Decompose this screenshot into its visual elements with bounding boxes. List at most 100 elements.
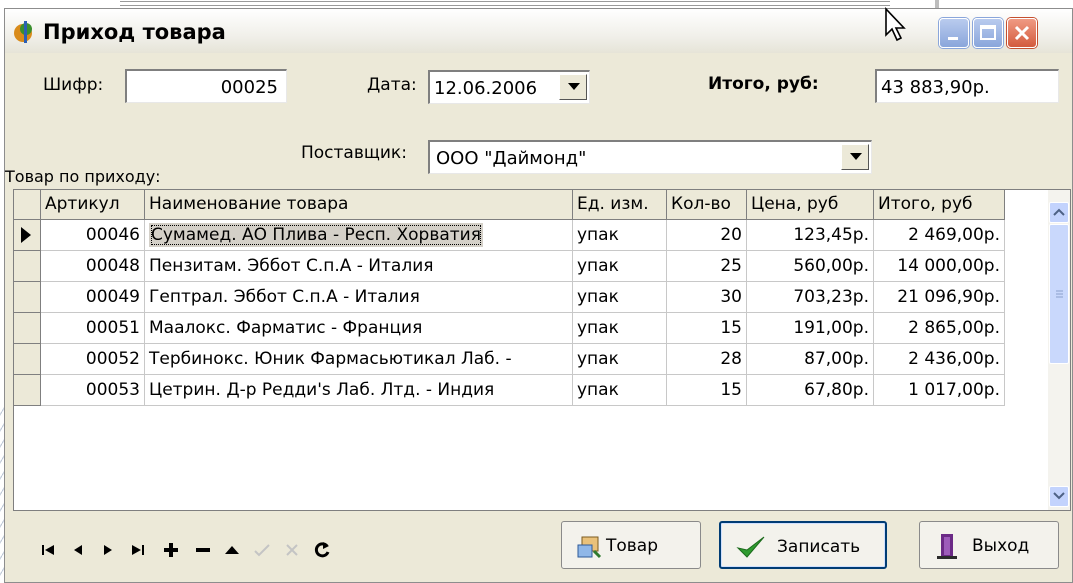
table-cell[interactable]: упак [573,251,667,282]
vertical-scrollbar[interactable] [1048,190,1070,510]
maximize-icon [980,25,996,40]
refresh-icon[interactable] [309,537,335,563]
table-cell[interactable]: 67,80р. [747,375,874,406]
total-value: 43 883,90р. [881,77,990,98]
selected-cell-text: Сумамед. АО Плива - Респ. Хорватия [149,223,483,247]
table-cell[interactable]: Гептрал. Эббот С.п.А - Италия [145,282,573,313]
table-cell[interactable]: 25 [667,251,747,282]
table-cell[interactable]: 00049 [41,282,145,313]
date-picker[interactable]: 12.06.2006 [428,70,590,104]
chevron-down-icon [1053,492,1065,500]
goods-icon [577,536,602,559]
last-icon[interactable] [125,537,151,563]
row-indicator[interactable] [14,313,41,344]
table-cell[interactable]: 20 [667,220,747,251]
background-rule [120,1,890,6]
table-cell[interactable]: 00052 [41,344,145,375]
table-cell[interactable]: Цетрин. Д-р Редди's Лаб. Лтд. - Индия [145,375,573,406]
table-cell[interactable]: 703,23р. [747,282,874,313]
receipt-window: Приход товара Шифр: 00025 Дата: 12.06.20… [4,6,1073,583]
checkmark-icon [736,536,765,558]
scrollbar-thumb[interactable] [1049,224,1069,364]
table-cell[interactable]: упак [573,344,667,375]
scroll-down-button[interactable] [1049,486,1069,507]
date-dropdown-button[interactable] [559,74,587,100]
table-cell[interactable]: 2 865,00р. [874,313,1005,344]
table-cell[interactable]: 2 436,00р. [874,344,1005,375]
current-row-icon [21,227,31,243]
table-cell[interactable]: 00053 [41,375,145,406]
code-label: Шифр: [43,75,104,95]
mouse-cursor-icon [885,6,906,42]
chevron-down-icon [850,153,862,160]
column-header-price[interactable]: Цена, руб [747,190,874,220]
column-header-qty[interactable]: Кол-во [667,190,747,220]
row-indicator[interactable] [14,251,41,282]
delete-icon[interactable] [190,537,216,563]
prior-icon[interactable] [65,537,91,563]
table-cell[interactable]: 00051 [41,313,145,344]
table-cell[interactable]: 30 [667,282,747,313]
scroll-up-button[interactable] [1049,202,1069,223]
table-cell[interactable]: упак [573,220,667,251]
table-cell[interactable]: 191,00р. [747,313,874,344]
table-cell[interactable]: 87,00р. [747,344,874,375]
goods-table[interactable]: Артикул Наименование товара Ед. изм. Кол… [13,189,1071,511]
row-indicator[interactable] [14,375,41,406]
table-cell[interactable]: 21 096,90р. [874,282,1005,313]
table-cell[interactable]: упак [573,313,667,344]
supplier-select[interactable]: ООО "Даймонд" [428,140,872,174]
code-value: 00025 [220,77,278,98]
table-cell[interactable]: 00046 [41,220,145,251]
total-field[interactable]: 43 883,90р. [875,69,1059,103]
table-cell[interactable]: упак [573,375,667,406]
table-cell[interactable]: Сумамед. АО Плива - Респ. Хорватия [145,220,573,251]
first-icon[interactable] [35,537,61,563]
maximize-button[interactable] [973,18,1003,48]
row-indicator[interactable] [14,282,41,313]
table-cell[interactable]: Маалокс. Фарматис - Франция [145,313,573,344]
table-cell[interactable]: 14 000,00р. [874,251,1005,282]
insert-icon[interactable] [158,537,184,563]
date-label: Дата: [367,75,417,95]
supplier-label: Поставщик: [301,143,407,163]
minimize-button[interactable] [939,18,969,48]
table-cell[interactable]: 1 017,00р. [874,375,1005,406]
title-bar[interactable]: Приход товара [5,6,1072,53]
save-button-label: Записать [777,537,861,557]
supplier-dropdown-button[interactable] [841,144,869,170]
date-value: 12.06.2006 [434,78,538,99]
goods-button[interactable]: Товар [561,521,701,569]
window-title: Приход товара [43,20,226,44]
door-icon [937,534,957,559]
grip-icon [1056,290,1063,298]
row-indicator[interactable] [14,220,41,251]
next-icon[interactable] [95,537,121,563]
close-button[interactable] [1007,18,1037,48]
chevron-down-icon [568,83,580,90]
column-header-unit[interactable]: Ед. изм. [573,190,667,220]
table-cell[interactable]: 15 [667,313,747,344]
table-cell[interactable]: Тербинокс. Юник Фармасьютикал Лаб. - [145,344,573,375]
table-cell[interactable]: упак [573,282,667,313]
supplier-value: ООО "Даймонд" [436,148,587,169]
table-cell[interactable]: 00048 [41,251,145,282]
code-field[interactable]: 00025 [125,69,287,103]
table-cell[interactable]: 560,00р. [747,251,874,282]
edit-icon[interactable] [219,537,245,563]
table-cell[interactable]: 15 [667,375,747,406]
table-cell[interactable]: 2 469,00р. [874,220,1005,251]
save-button[interactable]: Записать [719,521,887,569]
app-icon [14,21,32,43]
table-cell[interactable]: 28 [667,344,747,375]
column-header-total[interactable]: Итого, руб [874,190,1005,220]
table-cell[interactable]: 123,45р. [747,220,874,251]
row-indicator[interactable] [14,344,41,375]
minimize-icon [948,37,958,40]
exit-button[interactable]: Выход [919,521,1059,569]
table-cell[interactable]: Пензитам. Эббот С.п.А - Италия [145,251,573,282]
table-corner [14,190,41,220]
column-header-name[interactable]: Наименование товара [145,190,573,220]
chevron-up-icon [1053,208,1065,216]
column-header-article[interactable]: Артикул [41,190,145,220]
